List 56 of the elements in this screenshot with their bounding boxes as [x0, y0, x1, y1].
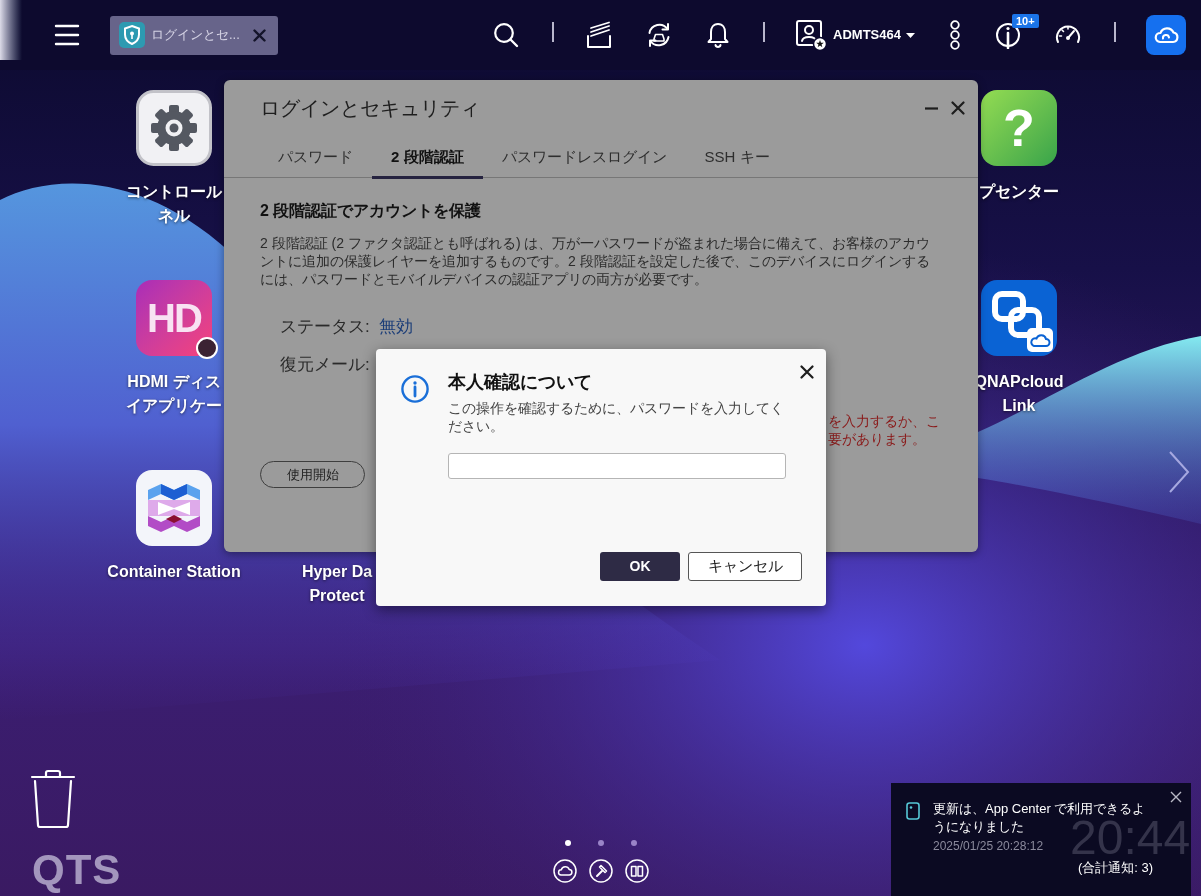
hammer-icon[interactable]	[588, 859, 613, 883]
info-icon	[401, 375, 429, 403]
close-icon[interactable]	[1170, 791, 1182, 803]
status-value: 無効	[378, 316, 413, 338]
app-label: Container Station	[107, 562, 241, 582]
caret-icon	[906, 32, 915, 38]
status-label: ステータス:	[280, 316, 370, 338]
tab[interactable]: パスワード	[259, 136, 372, 179]
close-icon[interactable]	[800, 365, 814, 379]
gear-icon[interactable]	[136, 90, 212, 166]
recovery-email-label: 復元メール:	[280, 354, 370, 376]
app-label: Hyper Da Protect	[301, 562, 373, 606]
notification-count: (合計通知: 3)	[1077, 859, 1153, 877]
cloud-icon[interactable]	[552, 859, 577, 883]
trash-icon[interactable]	[30, 769, 76, 829]
tab[interactable]: パスワードレスログイン	[482, 136, 686, 179]
warning-text: を入力するか、こ 要があります。	[828, 412, 940, 448]
app-label: プセンター	[979, 182, 1059, 202]
dialog-title: 本人確認について	[448, 371, 593, 393]
close-icon[interactable]	[951, 101, 965, 115]
device-icon	[906, 802, 920, 820]
tab[interactable]: SSH キー	[685, 136, 789, 179]
description-text: 2 段階認証 (2 ファクタ認証とも呼ばれる) は、万が一パスワードが盗まれた場合に備えて、お客様のアカウントに追加の保護レイヤーを追加するものです。2 段階認証を設定した後で、このデバイスにログインするには、パスワードとモバイルデバイスの認証アプリの両方が必要です。	[260, 234, 932, 288]
more-icon[interactable]	[949, 20, 961, 50]
window-tab[interactable]: ログインとセ...	[110, 15, 278, 55]
dialog-message: この操作を確認するために、パスワードを入力してください。	[448, 399, 785, 435]
notification-time: 2025/01/25 20:28:12	[933, 838, 1045, 854]
user-card-icon[interactable]	[795, 19, 828, 51]
cancel-button[interactable]: キャンセル	[688, 552, 802, 581]
app-label: HDMI ディス イアプリケー	[126, 372, 222, 416]
user-menu-button[interactable]: ADMTS464	[833, 25, 915, 45]
count-badge: 10+	[1012, 14, 1039, 28]
search-icon[interactable]	[493, 22, 520, 48]
notification-message: 更新は、App Center で利用できるようになりました	[933, 800, 1146, 834]
bell-icon[interactable]	[706, 21, 731, 49]
cloud-button[interactable]	[1146, 15, 1186, 55]
linked-squares-icon[interactable]	[981, 280, 1057, 356]
shield-icon	[119, 22, 145, 48]
window-tab-title: ログインとセ...	[151, 26, 240, 45]
section-heading: 2 段階認証でアカウントを保護	[260, 201, 483, 221]
stacked-papers-icon[interactable]	[585, 21, 614, 49]
app-icon[interactable]: HD	[136, 280, 212, 356]
book-icon[interactable]	[624, 859, 649, 883]
cloud-icon	[1153, 26, 1179, 44]
app-label: QNAPcloud Link	[974, 372, 1064, 416]
chevron-right-icon[interactable]	[1168, 450, 1190, 494]
password-field[interactable]	[448, 453, 786, 479]
logo-text: HD	[147, 298, 201, 338]
qts-logo: QTS	[32, 849, 122, 891]
edge-highlight-drawing	[0, 0, 22, 60]
logo-text: ?	[1003, 102, 1035, 154]
window-title: ログインとセキュリティ	[260, 96, 480, 121]
ok-button[interactable]: OK	[600, 552, 680, 581]
container-icon[interactable]	[136, 470, 212, 546]
menu-icon[interactable]	[54, 24, 80, 46]
tab[interactable]: 2 段階認証	[372, 136, 483, 179]
